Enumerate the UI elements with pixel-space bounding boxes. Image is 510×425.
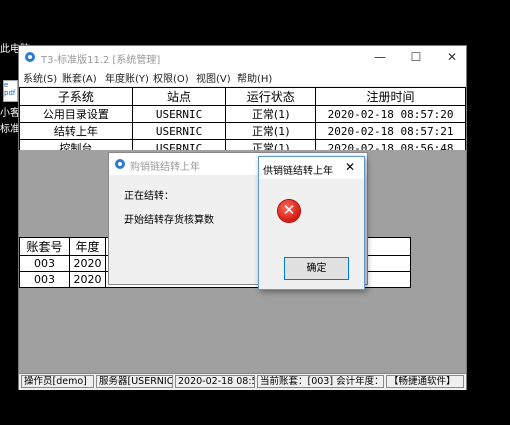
table-cell: 正常(1) xyxy=(225,105,317,123)
column-header-status[interactable]: 运行状态 xyxy=(225,87,317,106)
message-box-close-button[interactable]: ✕ xyxy=(345,160,355,174)
menu-view[interactable]: 视图(V) xyxy=(196,70,231,85)
desktop-label-client[interactable]: 小客 xyxy=(0,104,20,119)
ok-button[interactable]: 确定 xyxy=(284,257,349,280)
table-cell: 正常(1) xyxy=(225,122,317,140)
table-cell: 结转上年 xyxy=(19,122,133,140)
minimize-button[interactable]: — xyxy=(371,49,389,65)
message-box: 供销链结转上年 ✕ ✕ 确定 xyxy=(258,156,365,290)
title-bar[interactable]: T3-标准版11.2 [系统管理] — ☐ ✕ xyxy=(19,46,466,68)
table-cell: 2020 xyxy=(68,255,106,272)
progress-status-label: 正在结转： xyxy=(124,191,174,202)
column-header-year[interactable]: 年度 xyxy=(68,237,106,256)
progress-dialog-title: 购销链结转上年 xyxy=(130,162,200,173)
table-cell: 2020-02-18 08:57:21 xyxy=(315,122,466,140)
table-row[interactable]: 结转上年 USERNIC 正常(1) 2020-02-18 08:57:21 xyxy=(19,122,466,140)
status-bar: 操作员[demo] 服务器[USERNIC] 2020-02-18 08:58 … xyxy=(19,373,466,390)
pdf-file-icon[interactable]: e pdf xyxy=(3,80,18,102)
error-icon: ✕ xyxy=(278,200,300,222)
menu-account[interactable]: 账套(A) xyxy=(62,70,97,85)
table-cell: USERNIC xyxy=(131,122,227,140)
table-cell: 003 xyxy=(19,255,70,272)
menu-help[interactable]: 帮助(H) xyxy=(237,70,272,85)
menu-year-account[interactable]: 年度账(Y) xyxy=(105,70,149,85)
table-cell: 2020-02-18 08:57:20 xyxy=(315,105,466,123)
status-operator: 操作员[demo] xyxy=(21,375,94,388)
column-header-register-time[interactable]: 注册时间 xyxy=(315,87,466,106)
menu-system[interactable]: 系统(S) xyxy=(23,70,57,85)
message-box-title: 供销链结转上年 xyxy=(263,166,333,177)
message-box-titlebar[interactable]: 供销链结转上年 ✕ xyxy=(259,157,364,179)
maximize-button[interactable]: ☐ xyxy=(407,49,425,65)
table-cell: USERNIC xyxy=(131,105,227,123)
table-cell: 公用目录设置 xyxy=(19,105,133,123)
status-vendor: 【畅捷通软件】 xyxy=(386,375,464,388)
progress-cursor-mark xyxy=(125,222,130,223)
menu-bar: 系统(S) 账套(A) 年度账(Y) 权限(O) 视图(V) 帮助(H) xyxy=(19,68,466,86)
desktop-label-standard[interactable]: 标准 xyxy=(0,120,20,135)
status-datetime: 2020-02-18 08:58 xyxy=(175,375,255,388)
subsystem-table: 子系统 站点 运行状态 注册时间 公用目录设置 USERNIC 正常(1) 20… xyxy=(19,87,466,157)
table-header-row: 子系统 站点 运行状态 注册时间 xyxy=(19,87,466,106)
progress-detail-text: 开始结转存货核算数 xyxy=(124,215,214,226)
table-cell: 003 xyxy=(19,271,70,288)
column-header-site[interactable]: 站点 xyxy=(131,87,227,106)
column-header-account-no[interactable]: 账套号 xyxy=(19,237,70,256)
status-server: 服务器[USERNIC] xyxy=(96,375,173,388)
table-row[interactable]: 公用目录设置 USERNIC 正常(1) 2020-02-18 08:57:20 xyxy=(19,105,466,123)
dialog-logo-icon xyxy=(114,158,126,170)
table-cell: 2020 xyxy=(68,271,106,288)
status-current-account: 当前账套：[003] 会计年度：[ xyxy=(257,375,384,388)
window-title: T3-标准版11.2 [系统管理] xyxy=(41,55,161,66)
menu-permission[interactable]: 权限(O) xyxy=(153,70,189,85)
app-logo-icon xyxy=(24,51,36,63)
column-header-subsystem[interactable]: 子系统 xyxy=(19,87,133,106)
close-button[interactable]: ✕ xyxy=(443,49,461,65)
